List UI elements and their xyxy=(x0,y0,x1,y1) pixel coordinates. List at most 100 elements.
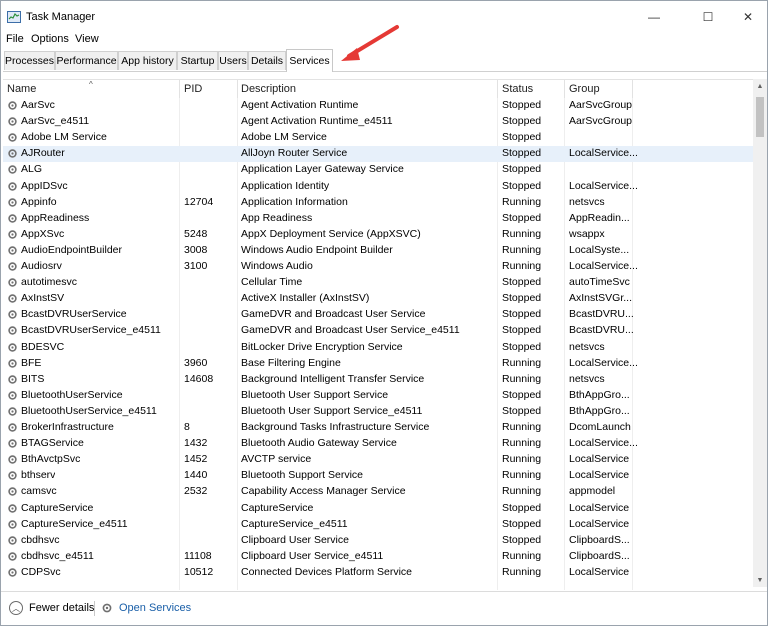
column-header-group[interactable]: Group xyxy=(569,80,600,98)
cell-name: BDESVC xyxy=(21,340,65,353)
tab-details[interactable]: Details xyxy=(248,51,286,70)
cell-name: Audiosrv xyxy=(21,260,62,272)
scroll-down-icon[interactable]: ▼ xyxy=(753,573,767,587)
tab-users[interactable]: Users xyxy=(218,51,248,70)
service-gear-icon xyxy=(8,294,17,303)
cell-group: LocalService... xyxy=(569,147,638,160)
service-gear-icon xyxy=(8,358,17,368)
column-separator[interactable] xyxy=(497,80,498,98)
cell-group: wsappx xyxy=(569,227,605,240)
service-row[interactable]: ALG Application Layer Gateway Service Stop… xyxy=(3,162,753,178)
service-row[interactable]: AarSvc Agent Activation Runtime Stopped Aar… xyxy=(3,98,753,114)
service-row[interactable]: BITS 14608 Background Intelligent Transfer… xyxy=(3,372,753,388)
service-row[interactable]: BDESVC BitLocker Drive Encryption Service… xyxy=(3,340,753,356)
column-separator[interactable] xyxy=(564,80,565,98)
service-row[interactable]: AppIDSvc Application Identity Stopped Local… xyxy=(3,179,753,195)
service-row[interactable]: AarSvc_e4511 Agent Activation Runtime_e45… xyxy=(3,114,753,130)
cell-group: LocalService xyxy=(569,453,630,466)
cell-description: Windows Audio xyxy=(241,260,313,272)
cell-group: BcastDVRU... xyxy=(569,324,634,337)
column-header-status[interactable]: Status xyxy=(502,80,533,98)
service-row[interactable]: AudioEndpointBuilder 3008 Windows Audio En… xyxy=(3,243,753,259)
service-row[interactable]: BcastDVRUserService_e4511 GameDVR and Bro… xyxy=(3,323,753,339)
cell-description: AVCTP service xyxy=(241,453,312,466)
column-header-pid[interactable]: PID xyxy=(184,80,202,98)
cell-group: BthAppGro... xyxy=(569,404,630,417)
service-row[interactable]: BluetoothUserService Bluetooth User Suppo… xyxy=(3,388,753,404)
service-row[interactable]: BcastDVRUserService GameDVR and Broadcast… xyxy=(3,307,753,323)
column-separator[interactable] xyxy=(179,80,180,98)
cell-group: autoTimeSvc xyxy=(569,276,630,289)
service-gear-icon xyxy=(8,278,17,287)
scroll-thumb[interactable] xyxy=(756,97,764,137)
service-row[interactable]: Adobe LM Service Adobe LM Service Stopped xyxy=(3,130,753,146)
tab-startup[interactable]: Startup xyxy=(177,51,218,70)
service-row[interactable]: camsvc 2532 Capability Access Manager Serv… xyxy=(3,484,753,500)
service-gear-icon xyxy=(8,407,17,416)
cell-status: Stopped xyxy=(502,388,542,401)
service-row[interactable]: AppXSvc 5248 AppX Deployment Service (AppX… xyxy=(3,227,753,243)
service-row[interactable]: CaptureService_e4511 CaptureService_e4511… xyxy=(3,517,753,533)
tab-app-history[interactable]: App history xyxy=(118,51,177,70)
column-separator[interactable] xyxy=(632,80,633,98)
service-row[interactable]: AppReadiness App Readiness Stopped AppReadi… xyxy=(3,211,753,227)
service-row[interactable]: AJRouter AllJoyn Router Service Stopped Loc… xyxy=(3,146,753,163)
service-gear-icon xyxy=(8,101,17,110)
menu-view[interactable]: View xyxy=(75,33,99,45)
tab-services[interactable]: Services xyxy=(286,49,333,72)
service-row[interactable]: CDPSvc 10512 Connected Devices Platform Se… xyxy=(3,565,753,581)
cell-pid: 2532 xyxy=(184,485,208,498)
cell-description: CaptureService xyxy=(241,501,314,514)
service-row[interactable]: BluetoothUserService_e4511 Bluetooth User… xyxy=(3,404,753,420)
column-separator[interactable] xyxy=(237,80,238,98)
fewer-details-link[interactable]: Fewer details xyxy=(29,602,94,614)
service-row[interactable]: cbdhsvc Clipboard User Service Stopped Clip… xyxy=(3,533,753,549)
cell-pid: 1440 xyxy=(184,469,208,482)
cell-description: Background Intelligent Transfer Service xyxy=(241,372,425,385)
service-gear-icon xyxy=(8,149,17,158)
minimize-button[interactable]: — xyxy=(632,5,676,29)
cell-name: CaptureService xyxy=(21,501,94,514)
vertical-scrollbar[interactable]: ▲ ▼ xyxy=(753,79,767,587)
service-row[interactable]: BTAGService 1432 Bluetooth Audio Gateway S… xyxy=(3,436,753,452)
cell-pid: 3008 xyxy=(184,243,208,256)
service-row[interactable]: BFE 3960 Base Filtering Engine Running Local… xyxy=(3,356,753,372)
service-row[interactable]: autotimesvc Cellular Time Stopped autoTimeS… xyxy=(3,275,753,291)
cell-status: Running xyxy=(502,243,542,256)
service-gear-icon xyxy=(8,471,17,480)
menu-file[interactable]: File xyxy=(6,33,24,45)
service-row[interactable]: CaptureService CaptureService Stopped Local… xyxy=(3,501,753,517)
service-row[interactable]: Appinfo 12704 Application Information Runni… xyxy=(3,195,753,211)
service-row[interactable]: bthserv 1440 Bluetooth Support Service Runn… xyxy=(3,468,753,484)
service-gear-icon xyxy=(8,568,17,577)
service-gear-icon xyxy=(8,246,17,255)
scroll-up-icon[interactable]: ▲ xyxy=(753,79,767,93)
cell-status: Running xyxy=(502,549,542,562)
collapse-chevron-icon[interactable]: ︿ xyxy=(9,601,23,615)
maximize-button[interactable]: ☐ xyxy=(686,5,730,29)
column-header-description[interactable]: Description xyxy=(241,80,296,98)
cell-group: LocalService... xyxy=(569,179,638,192)
close-button[interactable]: ✕ xyxy=(726,5,767,29)
service-row[interactable]: AxInstSV ActiveX Installer (AxInstSV) Stop… xyxy=(3,291,753,307)
cell-description: AppX Deployment Service (AppXSVC) xyxy=(241,227,421,240)
column-header-name[interactable]: Name xyxy=(7,80,36,98)
service-row[interactable]: Audiosrv 3100 Windows Audio Running LocalSer… xyxy=(3,259,753,275)
cell-status: Running xyxy=(502,227,542,240)
tab-performance[interactable]: Performance xyxy=(55,51,118,70)
cell-name: AppReadiness xyxy=(21,211,90,224)
service-gear-icon xyxy=(8,181,17,191)
service-row[interactable]: cbdhsvc_e4511 11108 Clipboard User Service… xyxy=(3,549,753,565)
tab-processes[interactable]: Processes xyxy=(4,51,55,70)
service-gear-icon xyxy=(8,117,17,126)
cell-name: CaptureService_e4511 xyxy=(21,517,128,530)
service-gear-icon xyxy=(8,439,17,448)
cell-status: Stopped xyxy=(502,99,542,111)
cell-status: Stopped xyxy=(502,324,542,337)
service-row[interactable]: BthAvctpSvc 1452 AVCTP service Running Local… xyxy=(3,452,753,468)
open-services-link[interactable]: Open Services xyxy=(119,602,191,614)
service-row[interactable]: BrokerInfrastructure 8 Background Tasks In… xyxy=(3,420,753,436)
cell-group: LocalService... xyxy=(569,260,638,272)
cell-description: Clipboard User Service_e4511 xyxy=(241,549,384,562)
menu-options[interactable]: Options xyxy=(31,33,69,45)
